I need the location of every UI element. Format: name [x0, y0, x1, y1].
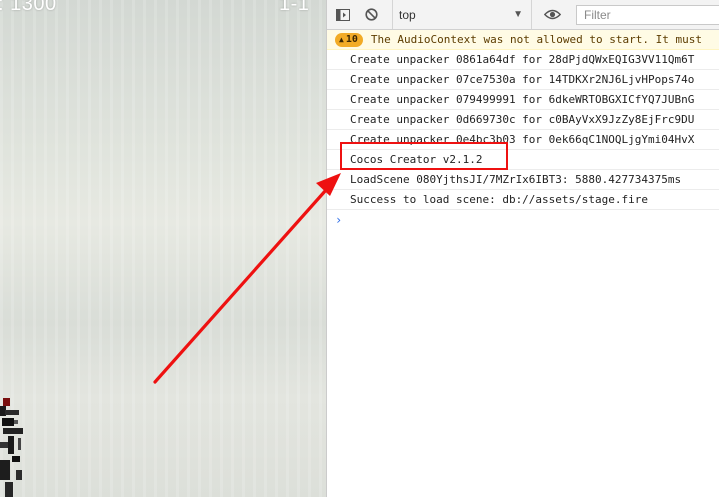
console-log-row[interactable]: Create unpacker 07ce7530a for 14TDKXr2NJ… [327, 70, 719, 90]
block-icon [364, 8, 378, 21]
warning-message: The AudioContext was not allowed to star… [370, 33, 703, 46]
live-expression-button[interactable] [540, 0, 564, 29]
eye-icon [543, 9, 561, 20]
warning-count-badge: ▲ 10 [335, 33, 363, 47]
console-prompt[interactable]: › [327, 210, 719, 230]
console-log-row[interactable]: Create unpacker 0e4bc3b03 for 0ek66qC1NO… [327, 130, 719, 150]
level-display: 1-1 [279, 0, 310, 15]
devtools-panel: top ▼ Filter ▲ 10 The AudioContext was not… [326, 0, 719, 497]
console-log-row[interactable]: Create unpacker 079499991 for 6dkeWRTOBG… [327, 90, 719, 110]
show-sidebar-button[interactable] [334, 0, 352, 29]
filter-input[interactable]: Filter [576, 4, 719, 25]
score-display: : 1300 [0, 0, 57, 15]
console-log-row[interactable]: Success to load scene: db://assets/stage… [327, 190, 719, 210]
player-character [0, 398, 23, 497]
prompt-chevron-icon: › [335, 213, 343, 227]
console-warning-row[interactable]: ▲ 10 The AudioContext was not allowed to s… [327, 30, 719, 50]
context-selector[interactable]: top ▼ [392, 0, 532, 29]
warning-icon: ▲ [339, 35, 344, 44]
filter-field[interactable]: Filter [576, 0, 719, 29]
dropdown-arrow-icon: ▼ [513, 9, 523, 20]
console-toolbar: top ▼ Filter [327, 0, 719, 30]
game-canvas[interactable]: : 1300 1-1 [0, 0, 326, 497]
console-log-row[interactable]: Create unpacker 0861a64df for 28dPjdQWxE… [327, 50, 719, 70]
console-log-row[interactable]: Create unpacker 0d669730c for c0BAyVxX9J… [327, 110, 719, 130]
sidebar-icon [336, 8, 350, 21]
console-log-row-version[interactable]: Cocos Creator v2.1.2 [327, 150, 719, 170]
console-output: ▲ 10 The AudioContext was not allowed to s… [327, 30, 719, 230]
clear-console-button[interactable] [362, 0, 380, 29]
console-log-row[interactable]: LoadScene 080YjthsJI/7MZrIx6IBT3: 5880.4… [327, 170, 719, 190]
context-value: top [399, 7, 416, 22]
